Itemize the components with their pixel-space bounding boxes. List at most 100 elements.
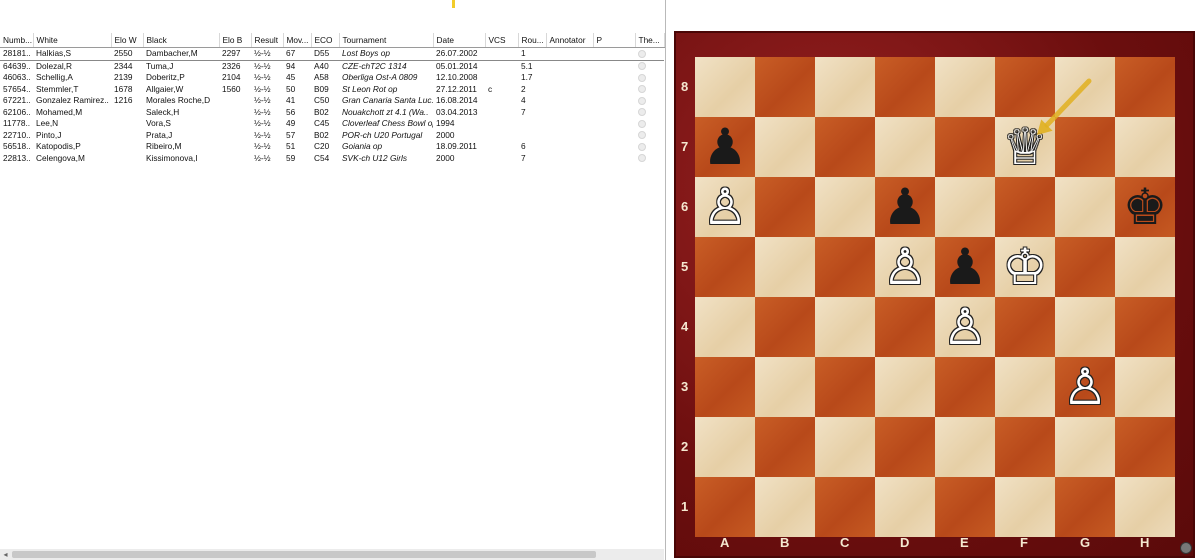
column-header[interactable]: Tournament bbox=[339, 33, 434, 48]
chess-board[interactable]: ♟ ♕ ♙ ♟ ♚ ♙ ♟ ♔ ♙ ♙ bbox=[695, 57, 1175, 537]
square-c7[interactable] bbox=[815, 117, 875, 177]
white-pawn-icon[interactable]: ♙ bbox=[1055, 357, 1115, 417]
column-header[interactable]: Rou... bbox=[518, 33, 547, 48]
square-a1[interactable] bbox=[695, 477, 755, 537]
square-h2[interactable] bbox=[1115, 417, 1175, 477]
theme-radio-icon[interactable] bbox=[638, 49, 646, 58]
square-e8[interactable] bbox=[935, 57, 995, 117]
square-h8[interactable] bbox=[1115, 57, 1175, 117]
column-header[interactable]: Elo W bbox=[111, 33, 144, 48]
square-g7[interactable] bbox=[1055, 117, 1115, 177]
square-b7[interactable] bbox=[755, 117, 815, 177]
square-b8[interactable] bbox=[755, 57, 815, 117]
column-header[interactable]: P bbox=[593, 33, 636, 48]
square-b4[interactable] bbox=[755, 297, 815, 357]
square-d2[interactable] bbox=[875, 417, 935, 477]
theme-radio-icon[interactable] bbox=[638, 119, 646, 128]
square-c8[interactable] bbox=[815, 57, 875, 117]
black-pawn-icon[interactable]: ♟ bbox=[695, 117, 755, 177]
square-b5[interactable] bbox=[755, 237, 815, 297]
theme-radio-icon[interactable] bbox=[638, 108, 646, 117]
square-e7[interactable] bbox=[935, 117, 995, 177]
square-h1[interactable] bbox=[1115, 477, 1175, 537]
column-header[interactable]: Result bbox=[251, 33, 284, 48]
square-f8[interactable] bbox=[995, 57, 1055, 117]
square-f4[interactable] bbox=[995, 297, 1055, 357]
white-pawn-icon[interactable]: ♙ bbox=[695, 177, 755, 237]
theme-radio-icon[interactable] bbox=[638, 96, 646, 105]
square-a5[interactable] bbox=[695, 237, 755, 297]
square-f6[interactable] bbox=[995, 177, 1055, 237]
square-h4[interactable] bbox=[1115, 297, 1175, 357]
white-king-icon[interactable]: ♔ bbox=[995, 237, 1055, 297]
square-b3[interactable] bbox=[755, 357, 815, 417]
square-h3[interactable] bbox=[1115, 357, 1175, 417]
game-row[interactable]: 28181.. Halkias,S 2550 Dambacher,M 2297 ½-½ 67… bbox=[0, 47, 664, 61]
square-c1[interactable] bbox=[815, 477, 875, 537]
column-header[interactable]: White bbox=[33, 33, 112, 48]
square-c3[interactable] bbox=[815, 357, 875, 417]
black-king-icon[interactable]: ♚ bbox=[1115, 177, 1175, 237]
square-f3[interactable] bbox=[995, 357, 1055, 417]
white-pawn-icon[interactable]: ♙ bbox=[935, 297, 995, 357]
game-row[interactable]: 11778.. Lee,N Vora,S ½-½ 49 C45 Cloverleaf Che… bbox=[0, 118, 664, 130]
square-g1[interactable] bbox=[1055, 477, 1115, 537]
square-c2[interactable] bbox=[815, 417, 875, 477]
column-header[interactable]: Elo B bbox=[219, 33, 252, 48]
theme-radio-icon[interactable] bbox=[638, 85, 646, 94]
square-g5[interactable] bbox=[1055, 237, 1115, 297]
square-g4[interactable] bbox=[1055, 297, 1115, 357]
black-pawn-icon[interactable]: ♟ bbox=[935, 237, 995, 297]
square-h5[interactable] bbox=[1115, 237, 1175, 297]
square-f2[interactable] bbox=[995, 417, 1055, 477]
square-d8[interactable] bbox=[875, 57, 935, 117]
game-row[interactable]: 46063.. Schellig,A 2139 Doberitz,P 2104 ½-½ 45… bbox=[0, 72, 664, 84]
square-e3[interactable] bbox=[935, 357, 995, 417]
square-e2[interactable] bbox=[935, 417, 995, 477]
square-g2[interactable] bbox=[1055, 417, 1115, 477]
square-d3[interactable] bbox=[875, 357, 935, 417]
game-row[interactable]: 62106.. Mohamed,M Saleck,H ½-½ 56 B02 Nouakcho… bbox=[0, 107, 664, 119]
theme-radio-icon[interactable] bbox=[638, 62, 646, 71]
column-header[interactable]: ECO bbox=[311, 33, 340, 48]
square-b6[interactable] bbox=[755, 177, 815, 237]
square-b1[interactable] bbox=[755, 477, 815, 537]
square-c5[interactable] bbox=[815, 237, 875, 297]
square-c6[interactable] bbox=[815, 177, 875, 237]
black-pawn-icon[interactable]: ♟ bbox=[875, 177, 935, 237]
square-e6[interactable] bbox=[935, 177, 995, 237]
square-a2[interactable] bbox=[695, 417, 755, 477]
theme-radio-icon[interactable] bbox=[638, 131, 646, 140]
scroll-left-arrow-icon[interactable]: ◂ bbox=[0, 549, 11, 560]
game-row[interactable]: 22710.. Pinto,J Prata,J ½-½ 57 B02 POR-ch U20 … bbox=[0, 130, 664, 142]
horizontal-scrollbar[interactable]: ◂ bbox=[0, 549, 664, 560]
game-row[interactable]: 57654.. Stemmler,T 1678 Allgaier,W 1560 ½-½ 50… bbox=[0, 84, 664, 96]
square-d7[interactable] bbox=[875, 117, 935, 177]
theme-radio-icon[interactable] bbox=[638, 73, 646, 82]
white-queen-icon[interactable]: ♕ bbox=[995, 117, 1055, 177]
square-a4[interactable] bbox=[695, 297, 755, 357]
column-header[interactable]: Numb... bbox=[0, 33, 34, 48]
column-header[interactable]: Black bbox=[143, 33, 220, 48]
column-header[interactable]: The... bbox=[635, 33, 665, 48]
column-header[interactable]: Mov... bbox=[283, 33, 312, 48]
column-header[interactable]: Annotator bbox=[546, 33, 594, 48]
square-h7[interactable] bbox=[1115, 117, 1175, 177]
square-f1[interactable] bbox=[995, 477, 1055, 537]
white-pawn-icon[interactable]: ♙ bbox=[875, 237, 935, 297]
square-c4[interactable] bbox=[815, 297, 875, 357]
game-row[interactable]: 67221.. Gonzalez Ramirez.. 1216 Morales Roc… bbox=[0, 95, 664, 107]
game-row[interactable]: 64639.. Dolezal,R 2344 Tuma,J 2326 ½-½ 94 A40 CZ… bbox=[0, 60, 664, 72]
column-header[interactable]: VCS bbox=[485, 33, 519, 48]
square-g6[interactable] bbox=[1055, 177, 1115, 237]
square-d1[interactable] bbox=[875, 477, 935, 537]
square-b2[interactable] bbox=[755, 417, 815, 477]
game-row[interactable]: 56518.. Katopodis,P Ribeiro,M ½-½ 51 C20 Goian… bbox=[0, 141, 664, 153]
theme-radio-icon[interactable] bbox=[638, 142, 646, 151]
square-d4[interactable] bbox=[875, 297, 935, 357]
square-a3[interactable] bbox=[695, 357, 755, 417]
theme-radio-icon[interactable] bbox=[638, 154, 646, 163]
square-a8[interactable] bbox=[695, 57, 755, 117]
square-e1[interactable] bbox=[935, 477, 995, 537]
game-row[interactable]: 22813.. Celengova,M Kissimonova,I ½-½ 59 C54 S… bbox=[0, 153, 664, 165]
